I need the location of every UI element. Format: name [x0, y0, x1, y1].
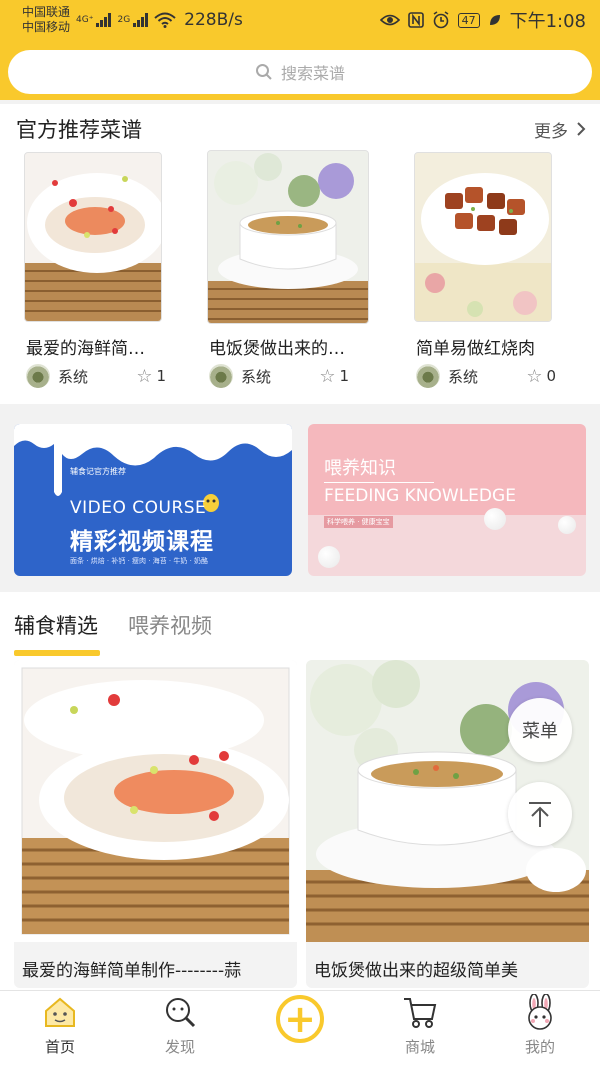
star-icon[interactable]: ☆	[526, 366, 542, 387]
recommended-section: 官方推荐菜谱 更多 最爱的海鲜简… 系统 ☆ 1 电饭煲做出来的… 系统 ☆ 1…	[0, 104, 600, 404]
recipe-card[interactable]: 电饭煲做出来的… 系统 ☆ 1	[201, 150, 369, 392]
recipe-title: 简单易做红烧肉	[416, 339, 535, 359]
recipe-meta: 系统 ☆ 1	[26, 364, 166, 388]
back-to-top-button[interactable]	[508, 782, 572, 846]
arrow-up-icon	[529, 802, 551, 827]
author-avatar	[209, 364, 233, 388]
star-icon[interactable]: ☆	[319, 366, 335, 387]
network-speed: 228B/s	[184, 10, 243, 30]
feed-card[interactable]: 最爱的海鲜简单制作--------蒜	[14, 660, 297, 988]
bottom-nav: 首页 发现 + 商城 我的	[0, 990, 600, 1067]
eye-icon	[379, 14, 400, 26]
chevron-right-icon	[577, 122, 586, 136]
recipe-title: 电饭煲做出来的…	[209, 339, 345, 359]
recipe-photo-rice	[207, 150, 369, 324]
signal-bars-icon	[133, 13, 149, 27]
banner-chinese-title: 精彩视频课程	[70, 529, 214, 555]
nav-discover-label: 发现	[164, 1038, 195, 1056]
feed-photo-seafood	[14, 660, 297, 942]
recipe-title: 最爱的海鲜简…	[26, 339, 145, 359]
header: 中国联通 中国移动 4G⁺ 2G 228B/s 47 下午1:08 搜索菜谱	[0, 0, 600, 100]
feeding-knowledge-banner[interactable]: 喂养知识 FEEDING KNOWLEDGE 科学喂养 · 健康宝宝	[308, 424, 586, 576]
nav-home-label: 首页	[44, 1038, 75, 1056]
banner-divider	[324, 482, 434, 483]
network-type-1: 4G⁺	[76, 15, 94, 25]
banner-subtitle: 辅食记官方推荐	[70, 467, 126, 476]
banner-section: 辅食记官方推荐 VIDEO COURSE 精彩视频课程 面条 · 烘焙 · 补钙…	[0, 408, 600, 588]
more-link[interactable]: 更多	[534, 117, 586, 142]
wifi-icon	[154, 12, 176, 28]
carrier-info: 中国联通 中国移动	[22, 5, 70, 35]
banner-english-title: VIDEO COURSE	[70, 498, 207, 518]
status-icons: 47 下午1:08	[379, 7, 586, 33]
recipe-card[interactable]: 最爱的海鲜简… 系统 ☆ 1	[18, 152, 168, 392]
banner-tags: 面条 · 烘焙 · 补钙 · 瘦肉 · 海苔 · 牛奶 · 奶酪	[70, 557, 209, 565]
feed-title: 电饭煲做出来的超级简单美	[314, 961, 518, 981]
feed-title: 最爱的海鲜简单制作--------蒜	[22, 961, 242, 981]
nav-home[interactable]: 首页	[0, 991, 120, 1067]
tab-feeding-videos[interactable]: 喂养视频	[128, 610, 212, 640]
network-type-2: 2G	[117, 15, 131, 25]
feed-tabs: 辅食精选 喂养视频	[14, 610, 212, 656]
recipe-photo-seafood	[24, 152, 162, 322]
recipe-photo-pork	[414, 152, 552, 322]
home-icon	[40, 992, 80, 1032]
feed-section: 辅食精选 喂养视频 最爱的海鲜简单制作--------蒜 电饭煲做出来的超级简单…	[0, 592, 600, 992]
star-count: 0	[546, 367, 556, 385]
nav-shop-label: 商城	[404, 1038, 435, 1056]
search-bar[interactable]: 搜索菜谱	[8, 50, 592, 94]
more-label: 更多	[534, 121, 568, 142]
leaf-icon	[489, 15, 500, 25]
star-icon[interactable]: ☆	[136, 366, 152, 387]
banner-chinese-title: 喂养知识	[324, 458, 396, 479]
search-icon	[255, 64, 272, 80]
carrier-1: 中国联通	[22, 5, 71, 19]
recipe-meta: 系统 ☆ 0	[416, 364, 556, 388]
nav-discover[interactable]: 发现	[120, 991, 240, 1067]
menu-float-label: 菜单	[522, 721, 558, 742]
author-avatar	[26, 364, 50, 388]
author-avatar	[416, 364, 440, 388]
signal-1: 4G⁺	[76, 13, 112, 27]
author-name: 系统	[448, 367, 479, 386]
author-name: 系统	[241, 367, 272, 386]
nav-shop[interactable]: 商城	[360, 991, 480, 1067]
author-name: 系统	[58, 367, 89, 386]
nav-add[interactable]: +	[240, 991, 360, 1067]
recipe-card[interactable]: 简单易做红烧肉 系统 ☆ 0	[408, 152, 558, 392]
menu-float-button[interactable]: 菜单	[508, 698, 572, 762]
clock: 下午1:08	[509, 11, 586, 32]
signal-bars-icon	[96, 13, 112, 27]
cart-icon	[400, 992, 440, 1032]
nav-mine-label: 我的	[524, 1038, 555, 1056]
section-header: 官方推荐菜谱 更多	[16, 114, 586, 144]
alarm-icon	[433, 11, 449, 29]
video-course-banner[interactable]: 辅食记官方推荐 VIDEO COURSE 精彩视频课程 面条 · 烘焙 · 补钙…	[14, 424, 292, 576]
signal-2: 2G	[117, 13, 149, 27]
decor-ball	[558, 516, 576, 534]
add-icon: +	[276, 995, 324, 1043]
nfc-icon	[407, 12, 424, 28]
battery-level: 47	[457, 12, 480, 28]
decor-ball	[484, 508, 506, 530]
section-title: 官方推荐菜谱	[16, 118, 142, 142]
star-count: 1	[339, 367, 349, 385]
search-placeholder: 搜索菜谱	[280, 64, 345, 83]
rabbit-avatar-icon	[520, 992, 560, 1032]
star-count: 1	[156, 367, 166, 385]
banner-english-title: FEEDING KNOWLEDGE	[324, 486, 516, 506]
recipe-meta: 系统 ☆ 1	[209, 364, 349, 388]
discover-search-icon	[160, 992, 200, 1032]
tab-featured[interactable]: 辅食精选	[14, 610, 100, 656]
banner-tag: 科学喂养 · 健康宝宝	[324, 516, 393, 528]
carrier-2: 中国移动	[22, 20, 71, 34]
nav-mine[interactable]: 我的	[480, 991, 600, 1067]
status-bar: 中国联通 中国移动 4G⁺ 2G 228B/s 47 下午1:08	[0, 0, 600, 40]
decor-ball	[318, 546, 340, 568]
